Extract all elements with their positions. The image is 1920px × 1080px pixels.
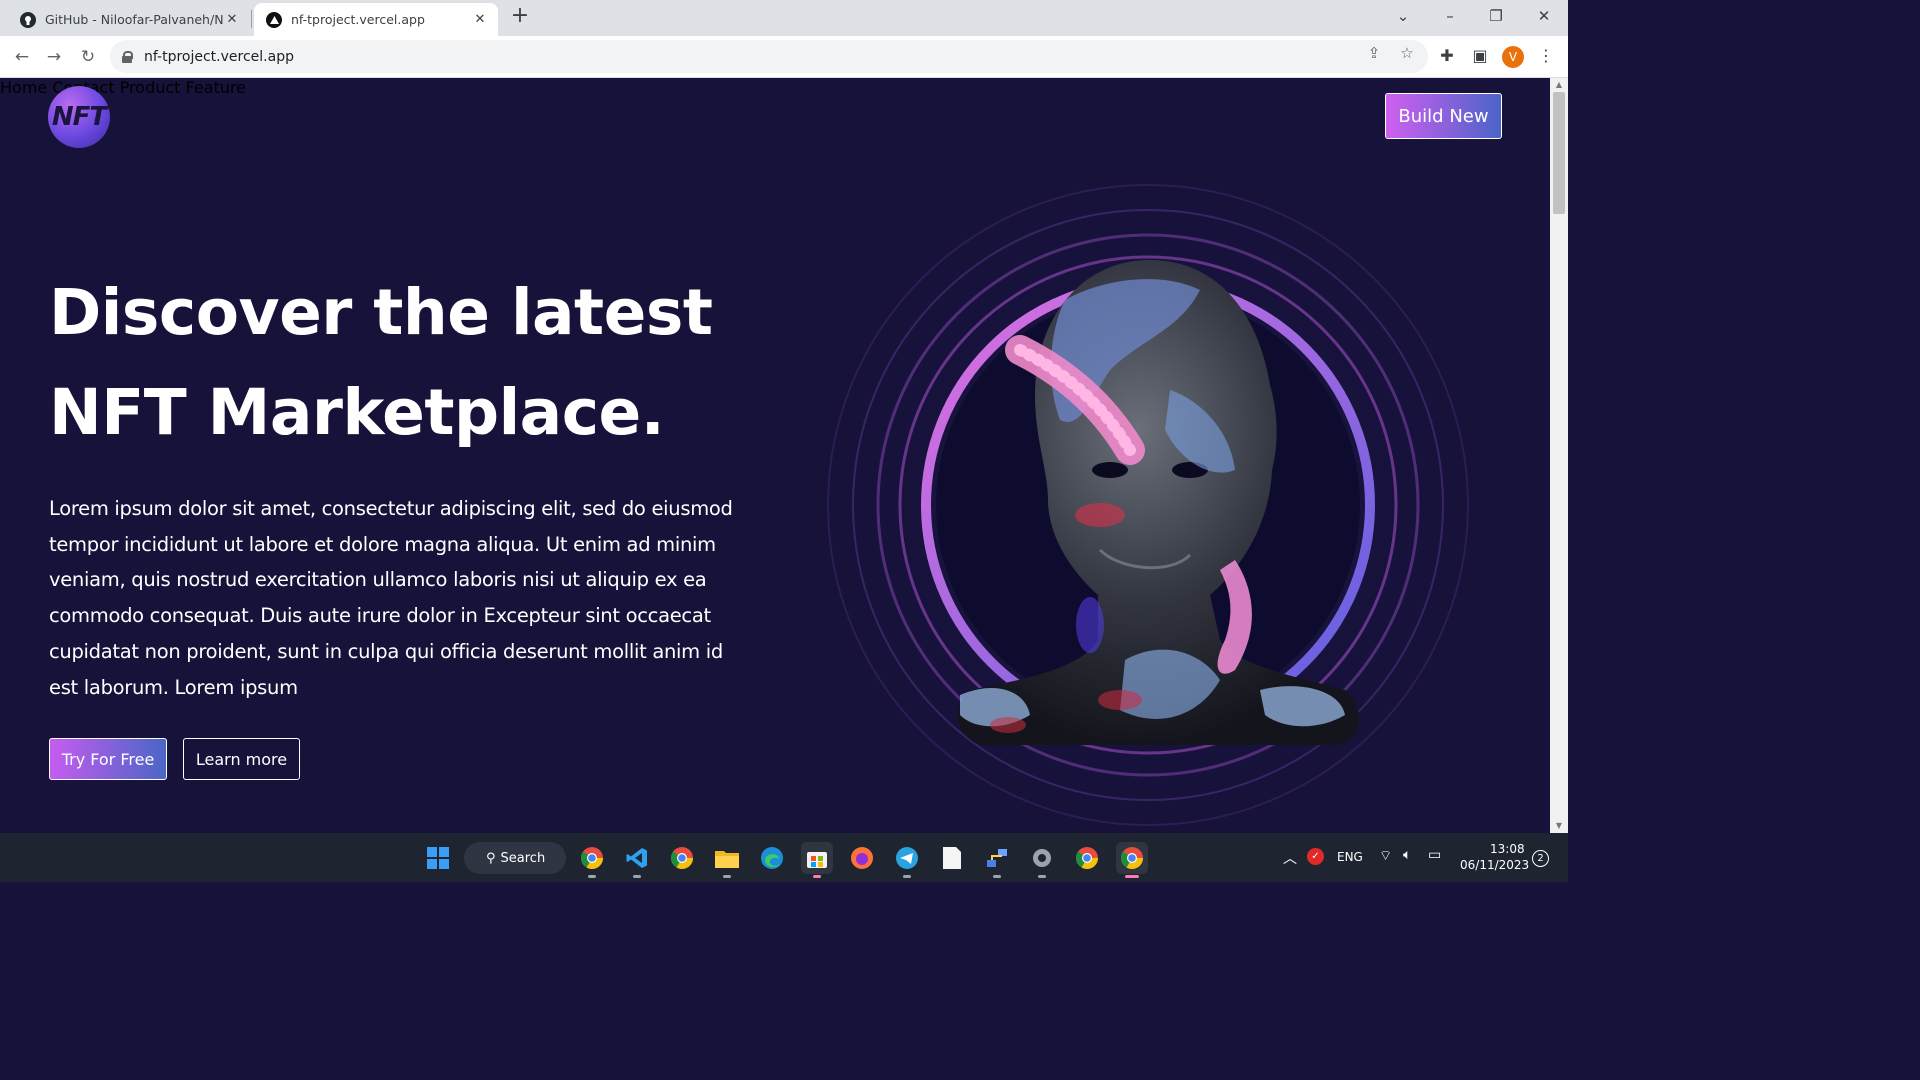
profile-avatar[interactable]: V — [1502, 46, 1524, 68]
battery-icon[interactable]: ▭ — [1428, 847, 1441, 863]
nav-home[interactable]: Home — [0, 78, 47, 97]
firefox-icon[interactable] — [846, 842, 878, 874]
restore-icon[interactable]: ❐ — [1476, 4, 1516, 30]
side-panel-icon[interactable]: ▣ — [1468, 44, 1492, 68]
tab-title: nf-tproject.vercel.app — [291, 12, 425, 27]
forward-icon[interactable]: → — [41, 44, 67, 70]
start-windows-icon[interactable] — [422, 842, 454, 874]
close-window-icon[interactable]: ✕ — [1524, 4, 1564, 30]
search-label: Search — [500, 850, 546, 866]
search-icon: ⚲ — [486, 850, 496, 866]
notification-badge[interactable]: 2 — [1532, 850, 1549, 867]
nav-feature[interactable]: Feature — [186, 78, 246, 97]
tab-nft-project[interactable]: nf-tproject.vercel.app ✕ — [254, 3, 498, 36]
browser-toolbar: ← → ↻ nf-tproject.vercel.app ⇪ ☆ ✚ ▣ V ⋮ — [0, 36, 1568, 78]
github-icon — [20, 11, 36, 28]
chrome-icon[interactable] — [666, 842, 698, 874]
hero-description: Lorem ipsum dolor sit amet, consectetur … — [49, 497, 733, 699]
share-icon[interactable]: ⇪ — [1364, 43, 1384, 63]
windows-taskbar: ⚲ Search ︿ ✓ ENG ⌔ 🔈︎ ▭ 13:08 06/11/2023… — [0, 833, 1568, 882]
running-indicator — [588, 875, 596, 878]
lock-icon — [122, 50, 133, 63]
address-bar[interactable]: nf-tproject.vercel.app — [110, 40, 1428, 73]
hero-nft-artwork — [808, 170, 1488, 833]
running-indicator — [813, 875, 821, 878]
running-indicator — [1038, 875, 1046, 878]
taskbar-search[interactable]: ⚲ Search — [464, 842, 566, 874]
chrome-icon[interactable] — [1116, 842, 1148, 878]
new-tab-button[interactable]: + — [508, 5, 532, 29]
page-viewport: NFT Home Contact Product Feature Build N… — [0, 78, 1550, 833]
running-indicator — [723, 875, 731, 878]
hero-heading-line-1: Discover the latest — [49, 276, 713, 349]
scrollbar-thumb[interactable] — [1553, 92, 1565, 214]
logo-text: NFT — [51, 102, 107, 132]
vercel-icon — [266, 11, 282, 28]
telegram-icon[interactable] — [891, 842, 923, 878]
main-nav: Home Contact Product Feature — [0, 78, 1550, 97]
wifi-icon[interactable]: ⌔ — [1379, 847, 1392, 865]
menu-kebab-icon[interactable]: ⋮ — [1534, 44, 1558, 68]
running-indicator — [633, 875, 641, 878]
tab-github[interactable]: GitHub - Niloofar-Palvaneh/NFT... ✕ — [8, 3, 250, 36]
clock-time[interactable]: 13:08 — [1490, 842, 1525, 856]
notepad-file-icon[interactable] — [936, 842, 968, 874]
hero-heading-line-2: NFT Marketplace. — [49, 376, 665, 449]
bookmark-star-icon[interactable]: ☆ — [1397, 43, 1417, 63]
close-tab-icon[interactable]: ✕ — [224, 12, 240, 27]
nav-product[interactable]: Product — [120, 78, 181, 97]
tab-divider — [251, 10, 252, 28]
microsoft-store-icon[interactable] — [801, 842, 833, 878]
running-indicator — [993, 875, 1001, 878]
edge-icon[interactable] — [756, 842, 788, 874]
clock-date[interactable]: 06/11/2023 — [1460, 858, 1529, 872]
show-hidden-icons-chevron-icon[interactable]: ︿ — [1283, 848, 1297, 868]
site-logo[interactable]: NFT — [48, 86, 110, 148]
file-explorer-icon[interactable] — [711, 842, 743, 878]
url-text: nf-tproject.vercel.app — [144, 48, 294, 65]
tab-title: GitHub - Niloofar-Palvaneh/NFT... — [45, 12, 224, 27]
close-tab-icon[interactable]: ✕ — [472, 12, 488, 27]
running-indicator — [903, 875, 911, 878]
settings-gear-icon[interactable] — [1026, 842, 1058, 878]
minimize-icon[interactable]: – — [1430, 4, 1470, 30]
build-new-button[interactable]: Build New — [1385, 93, 1502, 139]
volume-icon[interactable]: 🔈︎ — [1403, 847, 1411, 863]
reload-icon[interactable]: ↻ — [75, 44, 101, 70]
browser-tab-bar: GitHub - Niloofar-Palvaneh/NFT... ✕ nf-t… — [0, 0, 1568, 36]
vscode-icon[interactable] — [621, 842, 653, 878]
learn-more-button[interactable]: Learn more — [183, 738, 300, 780]
language-indicator[interactable]: ENG — [1337, 850, 1363, 864]
try-for-free-button[interactable]: Try For Free — [49, 738, 167, 780]
network-app-icon[interactable] — [981, 842, 1013, 878]
back-icon[interactable]: ← — [9, 44, 35, 70]
running-indicator — [1125, 875, 1139, 878]
tab-search-icon[interactable]: ⌄ — [1383, 4, 1423, 30]
extensions-icon[interactable]: ✚ — [1435, 44, 1459, 68]
chrome-icon[interactable] — [576, 842, 608, 878]
page-scrollbar[interactable]: ▲ ▼ — [1550, 78, 1568, 833]
antivirus-icon[interactable]: ✓ — [1307, 848, 1324, 865]
scroll-up-arrow-icon[interactable]: ▲ — [1550, 78, 1568, 92]
scroll-down-arrow-icon[interactable]: ▼ — [1550, 819, 1568, 833]
chrome-icon[interactable] — [1071, 842, 1103, 874]
